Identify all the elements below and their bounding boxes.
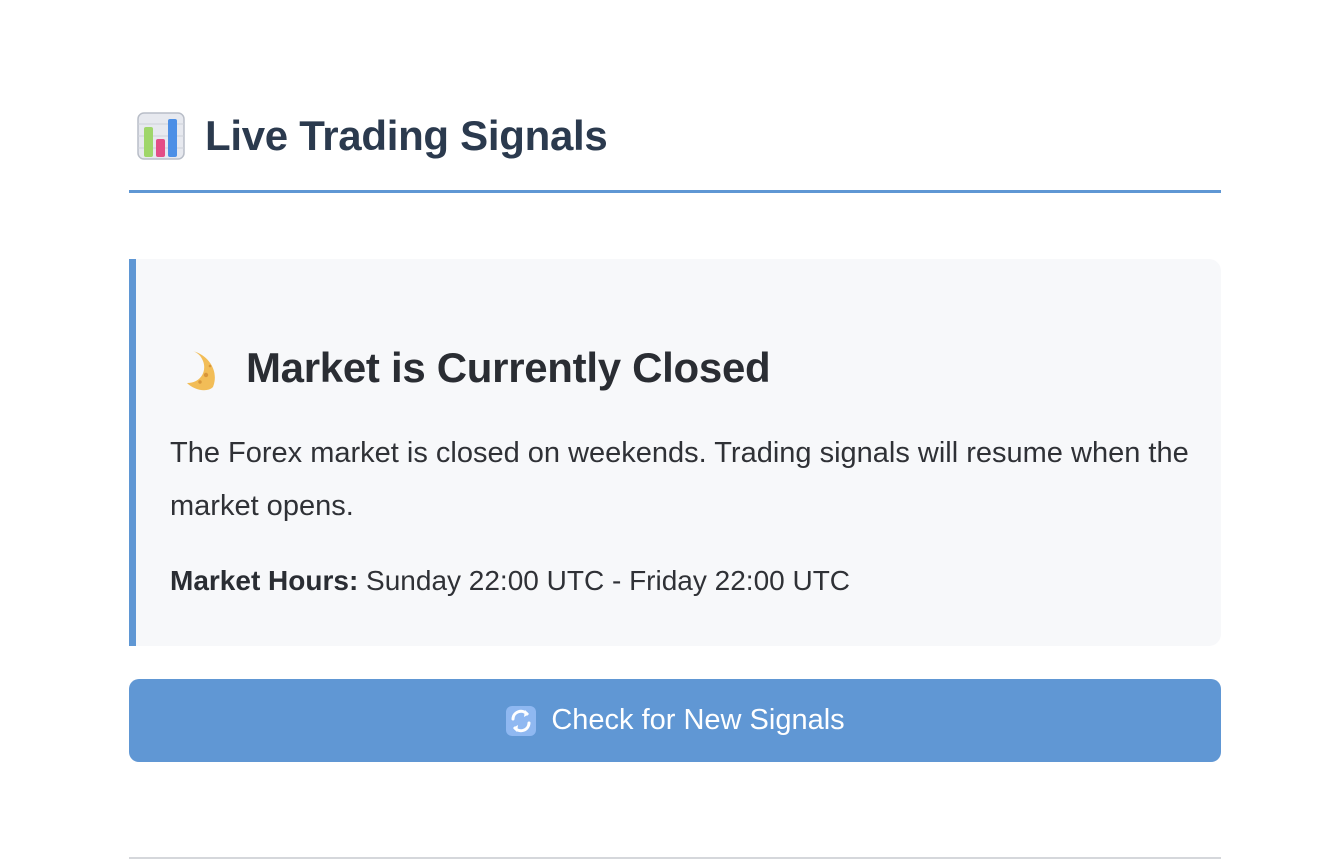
market-status-heading: Market is Currently Closed — [180, 309, 771, 427]
bottom-divider — [129, 857, 1221, 859]
crescent-moon-icon — [180, 343, 230, 393]
market-hours-label: Market Hours: — [170, 565, 359, 596]
market-closed-title: Market is Currently Closed — [246, 343, 771, 391]
page-header: Live Trading Signals — [129, 108, 1221, 164]
market-closed-card: Market is Currently Closed The Forex mar… — [129, 259, 1221, 646]
title-divider — [129, 190, 1221, 193]
live-trading-signals-page: Live Trading Signals Market is Currently… — [0, 0, 1320, 868]
check-new-signals-label: Check for New Signals — [551, 704, 845, 736]
market-hours-line: Market Hours: Sunday 22:00 UTC - Friday … — [170, 565, 850, 597]
market-hours-value: Sunday 22:00 UTC - Friday 22:00 UTC — [366, 565, 851, 596]
check-new-signals-button[interactable]: Check for New Signals — [129, 679, 1221, 762]
page-title: Live Trading Signals — [205, 112, 608, 159]
market-closed-message: The Forex market is closed on weekends. … — [170, 437, 1189, 522]
refresh-icon — [505, 705, 537, 737]
bar-chart-icon — [137, 112, 185, 160]
